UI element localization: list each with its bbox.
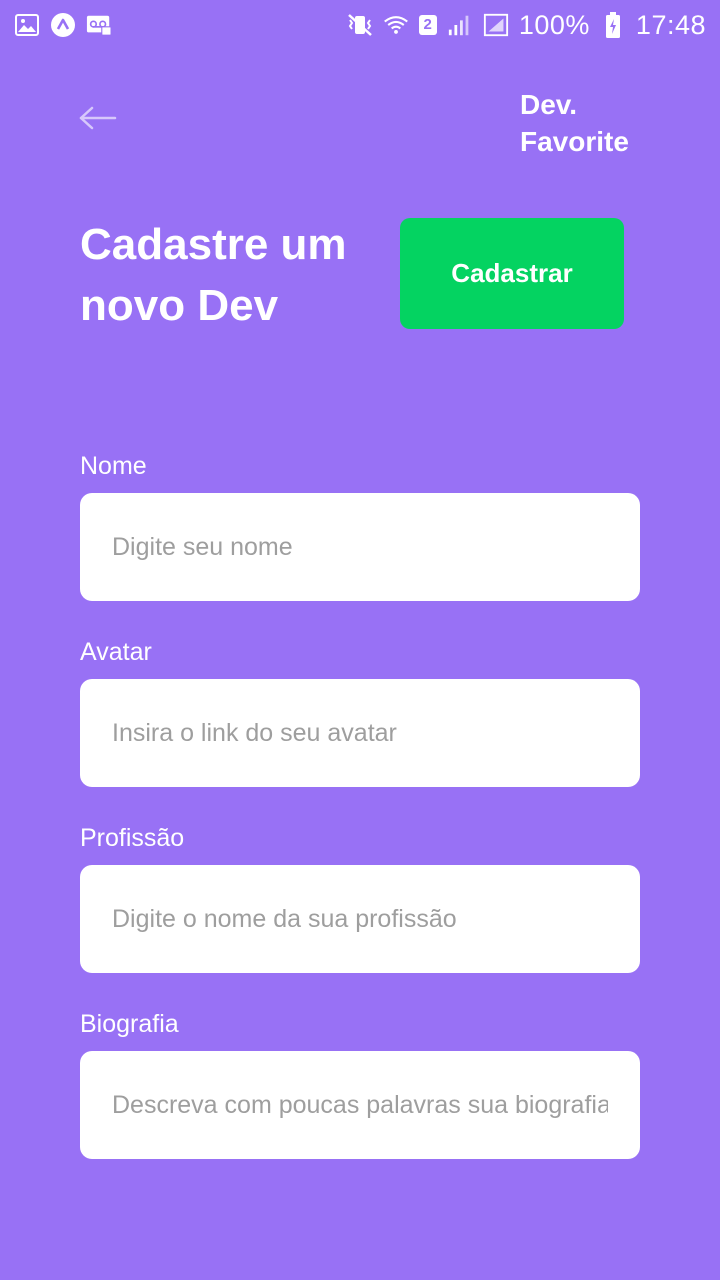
clock: 17:48 (635, 9, 706, 40)
page-title-line-1: Cadastre um (80, 220, 347, 269)
image-icon (14, 12, 40, 38)
brand-logo: Dev. Favorite (520, 86, 629, 160)
signal-icon-secondary (483, 12, 509, 38)
profession-label: Profissão (80, 824, 185, 852)
voicemail-icon (86, 12, 112, 38)
bio-input[interactable] (80, 1051, 640, 1159)
brand-line-2: Favorite (520, 126, 629, 157)
page-title-line-2: novo Dev (80, 281, 279, 330)
name-input[interactable] (80, 493, 640, 601)
brand-line-1: Dev. (520, 89, 578, 120)
battery-charging-icon (600, 12, 626, 38)
signal-icon (447, 12, 473, 38)
submit-button[interactable]: Cadastrar (400, 218, 624, 329)
battery-percent: 100% (518, 9, 590, 40)
back-button[interactable] (78, 100, 118, 140)
mute-vibrate-icon (347, 12, 373, 38)
avatar-input[interactable] (80, 679, 640, 787)
status-bar-system: 2 100% 17:48 (347, 10, 706, 41)
sim-badge: 2 (418, 15, 437, 35)
profession-input[interactable] (80, 865, 640, 973)
arrow-left-icon (79, 106, 117, 135)
name-label: Nome (80, 452, 147, 480)
app-icon (50, 12, 76, 38)
wifi-icon (383, 12, 409, 38)
status-bar-notifications (14, 12, 112, 38)
avatar-label: Avatar (80, 638, 152, 666)
page-title: Cadastre um novo Dev (80, 214, 380, 336)
status-bar: 2 100% 17:48 (0, 0, 720, 50)
bio-label: Biografia (80, 1010, 179, 1038)
